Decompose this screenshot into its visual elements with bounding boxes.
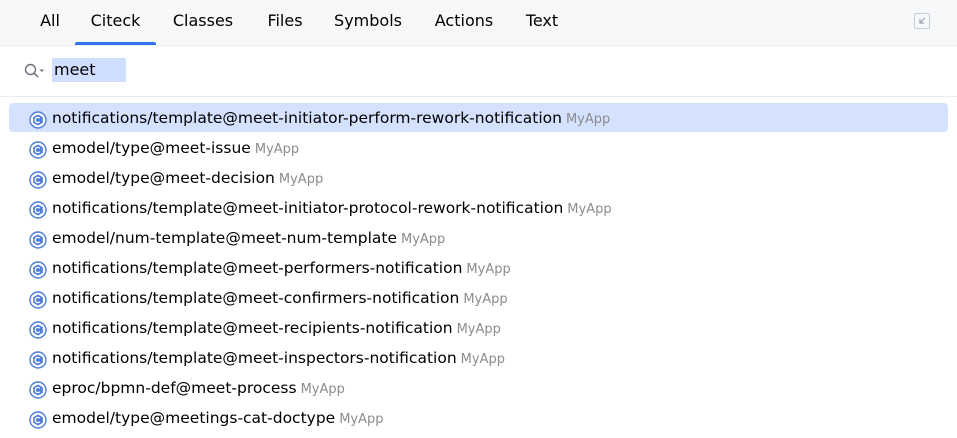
result-item[interactable]: notifications/template@meet-confirmers-n… bbox=[9, 283, 948, 313]
result-item[interactable]: emodel/type@meet-issue MyApp bbox=[9, 133, 948, 163]
result-item[interactable]: eproc/bpmn-def@meet-process MyApp bbox=[9, 373, 948, 403]
result-module: MyApp bbox=[456, 322, 501, 337]
result-module: MyApp bbox=[460, 352, 505, 367]
result-item[interactable]: emodel/num-template@meet-num-template MyA… bbox=[9, 223, 948, 253]
tab-bar: All Citeck Classes Files Symbols Actions… bbox=[0, 0, 957, 46]
result-item[interactable]: emodel/type@meet-decision MyApp bbox=[9, 163, 948, 193]
result-item[interactable]: notifications/template@meet-inspectors-n… bbox=[9, 343, 948, 373]
result-module: MyApp bbox=[339, 412, 384, 427]
citeck-entity-icon bbox=[29, 139, 47, 159]
citeck-entity-icon bbox=[29, 109, 47, 129]
result-module: MyApp bbox=[400, 232, 446, 247]
citeck-entity-icon bbox=[29, 169, 47, 189]
search-bar bbox=[0, 46, 957, 97]
citeck-entity-icon bbox=[29, 289, 47, 309]
citeck-entity-icon bbox=[29, 229, 47, 249]
search-with-options-icon[interactable] bbox=[24, 63, 46, 79]
result-name: notifications/template@meet-initiator-pr… bbox=[52, 199, 564, 217]
result-module: MyApp bbox=[565, 112, 611, 127]
result-text: notifications/template@meet-recipients-n… bbox=[52, 313, 501, 345]
tab-files[interactable]: Files bbox=[259, 0, 311, 45]
result-module: MyApp bbox=[463, 292, 508, 307]
result-text: eproc/bpmn-def@meet-process MyApp bbox=[52, 373, 345, 405]
result-text: notifications/template@meet-confirmers-n… bbox=[52, 283, 508, 315]
search-everywhere-popup: All Citeck Classes Files Symbols Actions… bbox=[0, 0, 957, 438]
search-input[interactable] bbox=[52, 58, 126, 82]
result-text: emodel/type@meet-decision MyApp bbox=[52, 163, 323, 195]
citeck-entity-icon bbox=[29, 409, 47, 429]
result-name: emodel/type@meet-decision bbox=[52, 169, 275, 187]
result-text: notifications/template@meet-initiator-pr… bbox=[52, 193, 612, 225]
result-name: notifications/template@meet-confirmers-n… bbox=[52, 289, 460, 307]
tab-all[interactable]: All bbox=[36, 0, 64, 45]
result-text: notifications/template@meet-initiator-pe… bbox=[52, 103, 610, 134]
result-name: emodel/type@meetings-cat-doctype bbox=[52, 409, 336, 427]
result-item[interactable]: emodel/type@meetings-cat-doctype MyApp bbox=[9, 403, 948, 433]
result-item[interactable]: notifications/template@meet-initiator-pr… bbox=[9, 193, 948, 223]
tab-text[interactable]: Text bbox=[519, 0, 565, 45]
result-module: MyApp bbox=[466, 262, 511, 277]
result-item[interactable]: notifications/template@meet-initiator-pe… bbox=[9, 103, 948, 132]
tab-classes[interactable]: Classes bbox=[166, 0, 240, 45]
tab-actions[interactable]: Actions bbox=[427, 0, 501, 45]
result-name: emodel/num-template@meet-num-template bbox=[52, 229, 397, 247]
result-module: MyApp bbox=[278, 172, 324, 187]
citeck-entity-icon bbox=[29, 319, 47, 339]
result-name: eproc/bpmn-def@meet-process bbox=[52, 379, 297, 397]
result-text: notifications/template@meet-performers-n… bbox=[52, 253, 511, 285]
result-module: MyApp bbox=[254, 142, 300, 157]
result-text: emodel/num-template@meet-num-template MyA… bbox=[52, 223, 445, 255]
result-item[interactable]: notifications/template@meet-recipients-n… bbox=[9, 313, 948, 343]
result-name: notifications/template@meet-initiator-pe… bbox=[52, 109, 562, 127]
results-list: notifications/template@meet-initiator-pe… bbox=[9, 103, 948, 433]
result-module: MyApp bbox=[567, 202, 612, 217]
collapse-window-icon[interactable] bbox=[914, 13, 930, 29]
citeck-entity-icon bbox=[29, 379, 47, 399]
tab-citeck[interactable]: Citeck bbox=[75, 0, 156, 45]
result-name: notifications/template@meet-recipients-n… bbox=[52, 319, 453, 337]
result-text: notifications/template@meet-inspectors-n… bbox=[52, 343, 505, 375]
result-name: notifications/template@meet-performers-n… bbox=[52, 259, 463, 277]
result-item[interactable]: notifications/template@meet-performers-n… bbox=[9, 253, 948, 283]
citeck-entity-icon bbox=[29, 199, 47, 219]
result-name: emodel/type@meet-issue bbox=[52, 139, 251, 157]
tab-symbols[interactable]: Symbols bbox=[329, 0, 407, 45]
citeck-entity-icon bbox=[29, 349, 47, 369]
citeck-entity-icon bbox=[29, 259, 47, 279]
result-text: emodel/type@meetings-cat-doctype MyApp bbox=[52, 403, 384, 435]
result-name: notifications/template@meet-inspectors-n… bbox=[52, 349, 457, 367]
result-text: emodel/type@meet-issue MyApp bbox=[52, 133, 299, 165]
result-module: MyApp bbox=[300, 382, 345, 397]
